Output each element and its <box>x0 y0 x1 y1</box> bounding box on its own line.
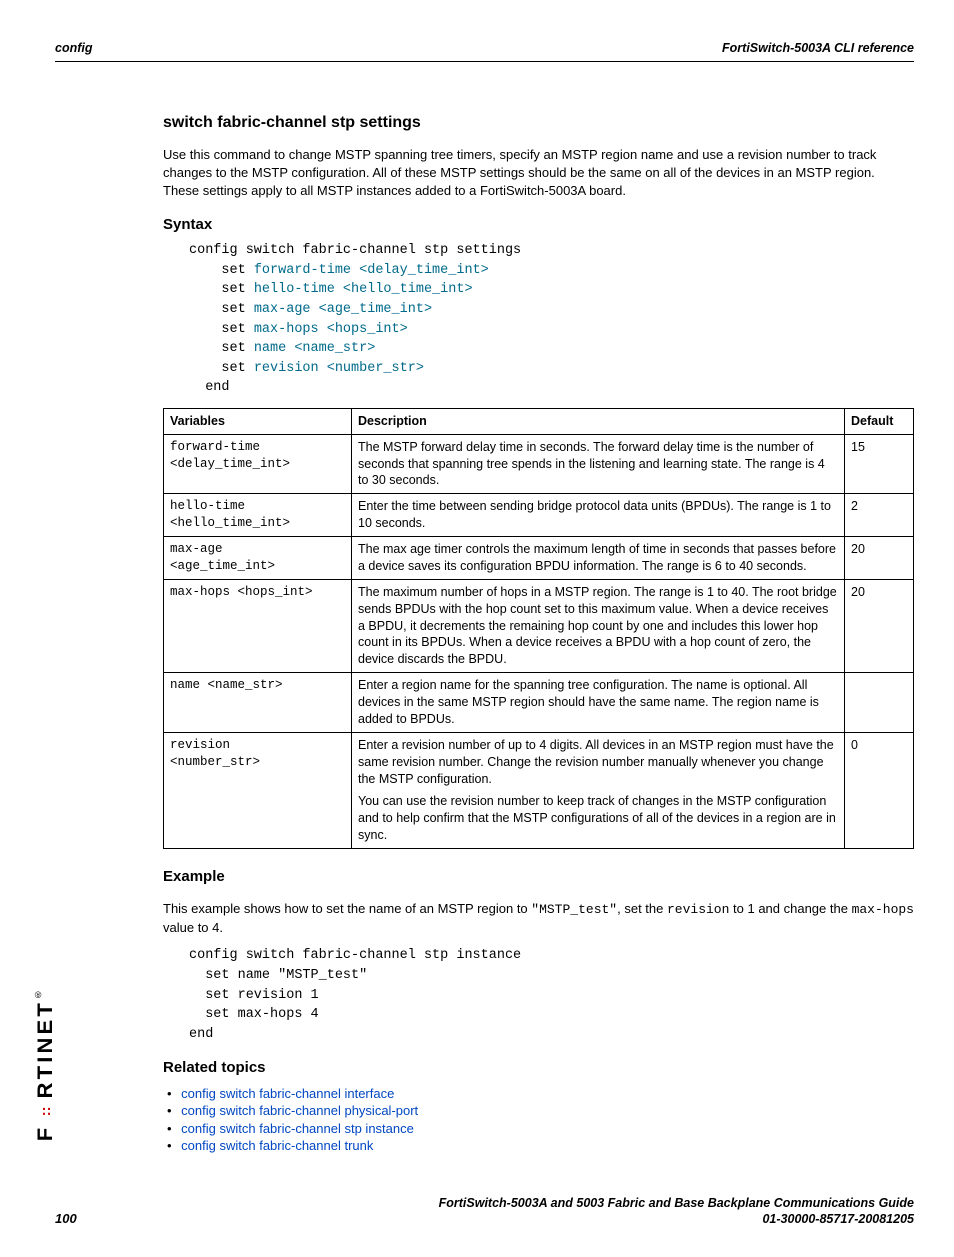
col-default: Default <box>845 408 914 434</box>
list-item: config switch fabric-channel trunk <box>181 1137 914 1155</box>
related-link[interactable]: config switch fabric-channel interface <box>181 1086 394 1101</box>
syntax-code-block: config switch fabric-channel stp setting… <box>189 241 914 398</box>
variables-table: Variables Description Default forward-ti… <box>163 408 914 849</box>
related-link[interactable]: config switch fabric-channel stp instanc… <box>181 1121 414 1136</box>
table-row: max-hops <hops_int> The maximum number o… <box>164 579 914 672</box>
example-heading: Example <box>163 867 914 887</box>
page-footer: 100 FortiSwitch-5003A and 5003 Fabric an… <box>55 1195 914 1228</box>
table-row: revision<number_str> Enter a revision nu… <box>164 732 914 848</box>
table-row: name <name_str> Enter a region name for … <box>164 673 914 733</box>
header-left: config <box>55 40 93 57</box>
example-description: This example shows how to set the name o… <box>163 900 914 936</box>
related-topics-heading: Related topics <box>163 1058 914 1078</box>
table-row: hello-time<hello_time_int> Enter the tim… <box>164 494 914 537</box>
syntax-heading: Syntax <box>163 215 914 235</box>
footer-guide-title: FortiSwitch-5003A and 5003 Fabric and Ba… <box>439 1195 914 1211</box>
intro-paragraph: Use this command to change MSTP spanning… <box>163 146 914 199</box>
example-code-block: config switch fabric-channel stp instanc… <box>189 946 914 1044</box>
col-variables: Variables <box>164 408 352 434</box>
section-title: switch fabric-channel stp settings <box>163 112 914 134</box>
related-link[interactable]: config switch fabric-channel physical-po… <box>181 1103 418 1118</box>
list-item: config switch fabric-channel physical-po… <box>181 1102 914 1120</box>
table-row: forward-time<delay_time_int> The MSTP fo… <box>164 434 914 494</box>
page-header: config FortiSwitch-5003A CLI reference <box>55 40 914 62</box>
page-number: 100 <box>55 1210 77 1228</box>
related-topics-list: config switch fabric-channel interface c… <box>163 1085 914 1155</box>
fortinet-logo: F::FORTINETRTINET® <box>32 986 60 1141</box>
footer-doc-id: 01-30000-85717-20081205 <box>439 1211 914 1227</box>
list-item: config switch fabric-channel interface <box>181 1085 914 1103</box>
header-right: FortiSwitch-5003A CLI reference <box>722 40 914 57</box>
col-description: Description <box>352 408 845 434</box>
list-item: config switch fabric-channel stp instanc… <box>181 1120 914 1138</box>
table-row: max-age<age_time_int> The max age timer … <box>164 537 914 580</box>
related-link[interactable]: config switch fabric-channel trunk <box>181 1138 373 1153</box>
